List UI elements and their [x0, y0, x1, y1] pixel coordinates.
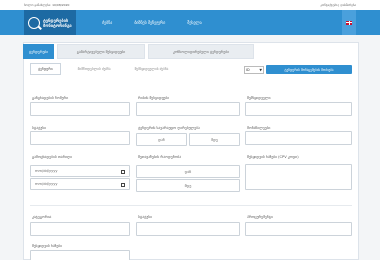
- nav-link-search[interactable]: ძებნა: [102, 20, 112, 25]
- date-to-input[interactable]: mm/dd/yyyy: [30, 178, 130, 190]
- supplier-input[interactable]: [245, 102, 352, 116]
- id-select-value: ID: [246, 68, 250, 72]
- amount-from-placeholder: დან: [158, 137, 165, 142]
- bid-count-from-input[interactable]: დან: [136, 165, 240, 178]
- search-word-input[interactable]: [30, 250, 130, 260]
- tender-type-label: რისის შესყიდვები: [138, 96, 170, 100]
- bid-count-from-placeholder: დან: [184, 169, 192, 174]
- cpv-label: შესყიდვის ხაზები (CPV კოდი): [247, 155, 299, 159]
- cpv-input[interactable]: [245, 164, 352, 190]
- site-logo[interactable]: ტენდერების მონიტორინგი: [24, 10, 76, 35]
- amount-label: ტენდერის სავარაუდო ღირებულება: [138, 126, 200, 130]
- bidders-input[interactable]: [245, 131, 352, 145]
- bid-count-to-input[interactable]: მდე: [136, 179, 240, 192]
- tender-number-input[interactable]: [30, 102, 130, 116]
- region-input[interactable]: [136, 222, 240, 236]
- organizer-input[interactable]: [245, 222, 352, 236]
- last-update-text: ბოლო განახლება: 10/08/2020: [24, 3, 70, 7]
- search-word-label: შესყიდვის ხაზები: [32, 244, 62, 248]
- sub-tabs: ტენდერი მიმწოდებლის ძებნა შემსყიდველის ძ…: [30, 63, 175, 75]
- logo-line-2: მონიტორინგი: [43, 22, 72, 28]
- bidders-label: მონაწილეები: [247, 126, 271, 130]
- category-input[interactable]: [30, 222, 130, 236]
- magnifier-icon: [28, 16, 40, 29]
- top-info-bar: ბოლო განახლება: 10/08/2020 კონტაქტები | …: [0, 0, 380, 10]
- bid-count-to-placeholder: მდე: [184, 183, 192, 188]
- calendar-icon[interactable]: [121, 183, 125, 187]
- subtab-supplier-search[interactable]: მიმწოდებლის ძებნა: [71, 64, 118, 74]
- calendar-icon[interactable]: [121, 170, 125, 174]
- id-select[interactable]: ID ▼: [244, 66, 264, 74]
- divider: [30, 205, 352, 206]
- amount-to-placeholder: მდე: [211, 137, 218, 142]
- subtab-tender[interactable]: ტენდერი: [30, 63, 61, 75]
- status-label: სტატუსი: [32, 126, 47, 130]
- chevron-down-icon: ▼: [259, 68, 262, 72]
- amount-from-input[interactable]: დან: [136, 133, 187, 146]
- nav-link-login[interactable]: შესვლა: [187, 20, 202, 25]
- date-to-placeholder: mm/dd/yyyy: [35, 182, 58, 186]
- language-switch[interactable]: [342, 10, 356, 35]
- tender-number-label: განცხადების ნომერი: [32, 96, 69, 100]
- subtab-buyer-search[interactable]: შემსყიდველის ძებნა: [128, 64, 176, 74]
- logo-line-1: ტენდერების: [43, 17, 69, 23]
- tab-consolidated-tenders[interactable]: კონსოლიდირებული ტენდერები: [148, 44, 254, 59]
- organizer-label: პროცურემენტი: [247, 215, 273, 219]
- region-label: სტატუსი: [138, 215, 153, 219]
- nav-link-business-manager[interactable]: ბიზნეს მენეჯერი: [134, 20, 165, 25]
- nav-links: ძებნა ბიზნეს მენეჯერი შესვლა: [102, 20, 202, 25]
- main-navbar: ტენდერების მონიტორინგი ძებნა ბიზნეს მენე…: [0, 10, 380, 35]
- bid-count-label: შეთავაზების რაოდენობა: [138, 155, 182, 159]
- main-tabs: ტენდერები გამარტივებული შესყიდვები კონსო…: [23, 44, 254, 59]
- tender-type-input[interactable]: [136, 102, 240, 116]
- tab-simplified-purchases[interactable]: გამარტივებული შესყიდვები: [57, 44, 145, 59]
- date-from-input[interactable]: mm/dd/yyyy: [30, 165, 130, 177]
- announce-date-label: გამოცხადების თარიღი: [32, 155, 72, 159]
- date-from-placeholder: mm/dd/yyyy: [35, 169, 58, 173]
- category-label: კატეგორია: [32, 215, 52, 219]
- supplier-label: შემსყიდველი: [247, 96, 271, 100]
- top-links[interactable]: კონტაქტები | დახმარება: [320, 3, 356, 7]
- search-button[interactable]: ტენდერის მონაცემების მოძიება: [266, 65, 352, 74]
- status-input[interactable]: [30, 131, 130, 145]
- uk-flag-icon: [346, 20, 352, 25]
- amount-to-input[interactable]: მდე: [189, 133, 240, 146]
- tab-tenders[interactable]: ტენდერები: [23, 44, 54, 59]
